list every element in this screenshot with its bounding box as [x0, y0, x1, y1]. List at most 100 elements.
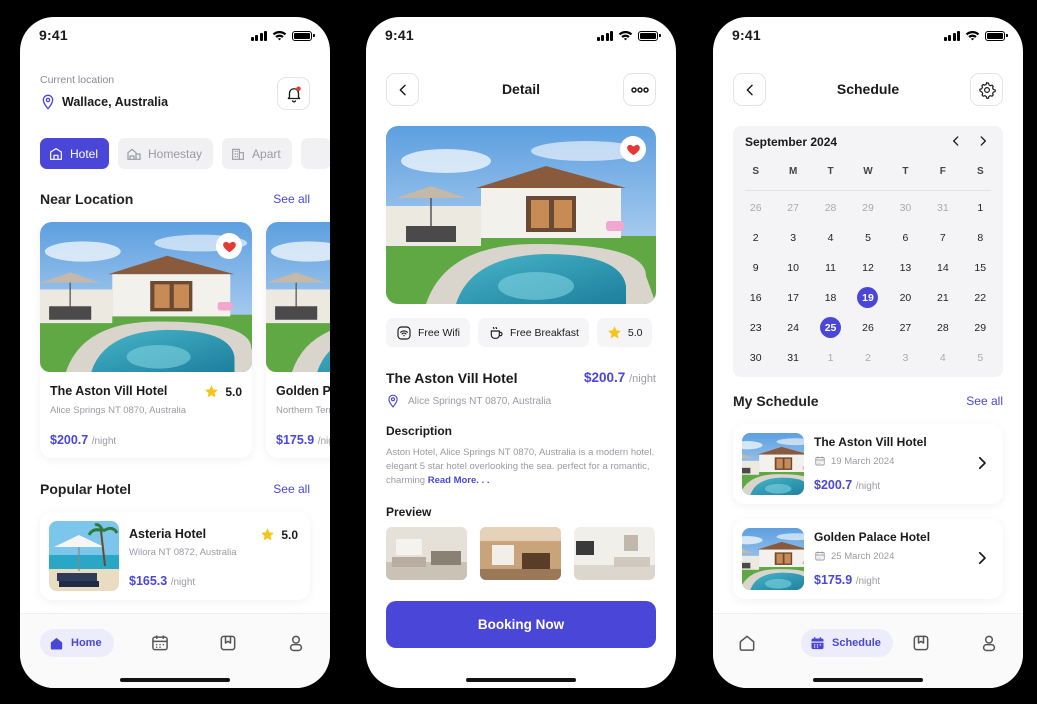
calendar-day[interactable]: 11 [812, 257, 849, 278]
chip-label: Free Wifi [418, 326, 460, 339]
category-homestay[interactable]: Homestay [118, 138, 214, 169]
calendar-day[interactable]: 12 [849, 257, 886, 278]
star-icon [607, 325, 622, 340]
calendar-day[interactable]: 2 [849, 347, 886, 368]
calendar-day[interactable]: 29 [849, 197, 886, 218]
calendar-day-selected[interactable]: 25 [812, 317, 849, 338]
prev-month-button[interactable] [947, 132, 965, 150]
booking-now-button[interactable]: Booking Now [386, 601, 656, 648]
calendar-day[interactable]: 3 [887, 347, 924, 368]
calendar-day[interactable]: 18 [812, 287, 849, 308]
calendar-day[interactable]: 20 [887, 287, 924, 308]
current-location-label: Current location [40, 74, 115, 86]
more-options-button[interactable] [623, 73, 656, 106]
calendar-day[interactable]: 9 [737, 257, 774, 278]
calendar-day[interactable]: 22 [962, 287, 999, 308]
day-number: 16 [749, 291, 762, 304]
hotel-price: $200.7 /night [50, 433, 116, 447]
day-number: 25 [820, 317, 842, 338]
chevron-right-icon [976, 134, 990, 148]
tab-schedule[interactable]: Schedule [801, 629, 893, 657]
day-number: 23 [749, 321, 762, 334]
calendar-day[interactable]: 27 [887, 317, 924, 338]
popular-hotel-card[interactable]: Asteria Hotel 5.0 Wilora NT 0872, Austra… [40, 512, 310, 600]
calendar-day[interactable]: 5 [849, 227, 886, 248]
calendar-day[interactable]: 26 [737, 197, 774, 218]
heart-icon [222, 239, 237, 254]
calendar-day[interactable]: 17 [774, 287, 811, 308]
calendar-day[interactable]: 30 [737, 347, 774, 368]
price-value: $200.7 [50, 433, 89, 447]
preview-image[interactable] [574, 527, 655, 580]
preview-image[interactable] [480, 527, 561, 580]
tab-bookmarks[interactable] [909, 629, 933, 657]
tab-home[interactable]: Home [40, 629, 114, 657]
schedule-item[interactable]: The Aston Vill Hotel 19 March 2024 $200.… [733, 424, 1003, 504]
schedule-see-all-link[interactable]: See all [966, 394, 1003, 408]
notification-button[interactable] [277, 77, 310, 110]
calendar-day[interactable]: 2 [737, 227, 774, 248]
calendar-day[interactable]: 23 [737, 317, 774, 338]
my-schedule-title: My Schedule [733, 393, 819, 409]
tab-profile[interactable] [977, 629, 1001, 657]
schedule-date: 25 March 2024 [814, 550, 894, 562]
category-apart[interactable]: Apart [222, 138, 292, 169]
calendar-day[interactable]: 16 [737, 287, 774, 308]
calendar-day[interactable]: 26 [849, 317, 886, 338]
price-unit: /night [91, 436, 117, 447]
tab-profile[interactable] [284, 629, 308, 657]
detail-screen: 9:41 Detail Free Wifi Free Breakfast 5.0 [366, 17, 676, 688]
wifi-status-icon [618, 30, 633, 41]
calendar-day[interactable]: 21 [924, 287, 961, 308]
calendar-day[interactable]: 29 [962, 317, 999, 338]
category-more[interactable] [300, 138, 330, 169]
read-more-link[interactable]: Read More. . . [428, 475, 490, 486]
calendar-day[interactable]: 1 [962, 197, 999, 218]
day-number: 26 [749, 201, 762, 214]
tab-schedule[interactable] [148, 629, 172, 657]
calendar-day[interactable]: 10 [774, 257, 811, 278]
calendar-day-selected[interactable]: 19 [849, 287, 886, 308]
calendar-day[interactable]: 1 [812, 347, 849, 368]
preview-image[interactable] [386, 527, 467, 580]
calendar-day[interactable]: 4 [924, 347, 961, 368]
chevron-right-icon[interactable] [973, 549, 991, 567]
calendar-day[interactable]: 27 [774, 197, 811, 218]
calendar-day[interactable]: 31 [774, 347, 811, 368]
calendar-weekdays: SMTWTFS [733, 166, 1003, 177]
location-pin-icon [386, 394, 400, 408]
chevron-right-icon[interactable] [973, 454, 991, 472]
calendar-day[interactable]: 31 [924, 197, 961, 218]
calendar-day[interactable]: 4 [812, 227, 849, 248]
hotel-card[interactable]: Golden Palace Hotel Northern Territory $… [266, 222, 330, 458]
favorite-button[interactable] [216, 233, 242, 259]
calendar-icon [814, 455, 826, 467]
calendar-day[interactable]: 14 [924, 257, 961, 278]
day-number: 3 [902, 351, 909, 364]
tab-home[interactable] [735, 629, 759, 657]
calendar-day[interactable]: 5 [962, 347, 999, 368]
calendar-day[interactable]: 28 [812, 197, 849, 218]
tab-bookmarks[interactable] [216, 629, 240, 657]
next-month-button[interactable] [974, 132, 992, 150]
calendar-day[interactable]: 13 [887, 257, 924, 278]
calendar-day[interactable]: 6 [887, 227, 924, 248]
popular-see-all-link[interactable]: See all [273, 482, 310, 496]
calendar-day[interactable]: 7 [924, 227, 961, 248]
calendar-day[interactable]: 28 [924, 317, 961, 338]
chip-label: Free Breakfast [510, 326, 579, 339]
calendar-day[interactable]: 8 [962, 227, 999, 248]
date-value: 25 March 2024 [831, 550, 895, 562]
calendar-day[interactable]: 3 [774, 227, 811, 248]
rating-chip: 5.0 [596, 318, 653, 347]
calendar-day[interactable]: 24 [774, 317, 811, 338]
schedule-item[interactable]: Golden Palace Hotel 25 March 2024 $175.9… [733, 519, 1003, 599]
settings-button[interactable] [970, 73, 1003, 106]
current-location[interactable]: Wallace, Australia [40, 94, 168, 110]
category-hotel[interactable]: Hotel [40, 138, 110, 169]
favorite-button[interactable] [620, 136, 646, 162]
calendar-day[interactable]: 15 [962, 257, 999, 278]
near-see-all-link[interactable]: See all [273, 192, 310, 206]
hotel-card[interactable]: The Aston Vill Hotel 5.0 Alice Springs N… [40, 222, 252, 458]
calendar-day[interactable]: 30 [887, 197, 924, 218]
